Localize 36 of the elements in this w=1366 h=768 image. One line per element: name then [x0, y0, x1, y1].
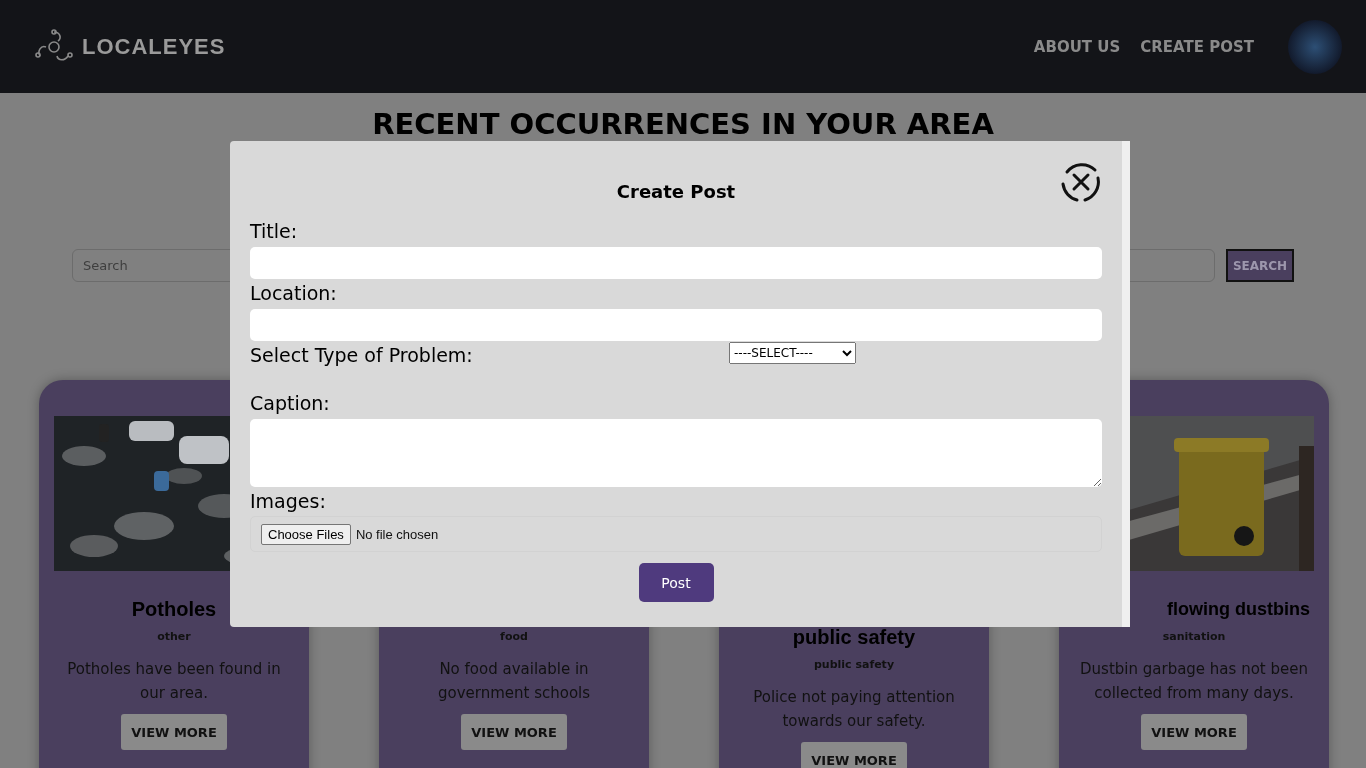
avatar[interactable]	[1288, 18, 1342, 75]
field-label: Location:	[250, 281, 338, 306]
search-button[interactable]: SEARCH	[1226, 249, 1294, 282]
file-status: No file chosen	[355, 526, 439, 542]
field-label: Select Type of Problem:	[250, 343, 474, 368]
page-heading: RECENT OCCURRENCES IN YOUR AREA	[372, 109, 994, 139]
nav-link[interactable]: ABOUT US	[1033, 37, 1121, 56]
card-title: flowing dustbins	[1166, 598, 1311, 620]
view-more-button[interactable]: VIEW MORE	[1141, 714, 1247, 750]
card-category: food	[500, 630, 528, 643]
card-description: Police not paying attention towards our safety.	[752, 687, 956, 732]
card-category: other	[157, 630, 191, 643]
card-category: public safety	[813, 658, 895, 671]
field-label: Title:	[250, 219, 299, 244]
view-more-button[interactable]: VIEW MORE	[121, 714, 227, 750]
input-field[interactable]	[250, 309, 1102, 341]
field-label: Caption:	[250, 391, 331, 416]
close-icon[interactable]	[1059, 160, 1103, 204]
caption-field[interactable]	[250, 419, 1102, 487]
card-description: Potholes have been found in our area.	[66, 659, 282, 704]
card-description: No food available in government schools	[436, 659, 592, 704]
view-more-button[interactable]: VIEW MORE	[461, 714, 567, 750]
card-title: public safety	[791, 626, 917, 648]
choose-files-button[interactable]: Choose Files	[261, 523, 351, 545]
view-more-button[interactable]: VIEW MORE	[801, 742, 907, 768]
nav-link[interactable]: CREATE POST	[1140, 37, 1254, 56]
card-category: sanitation	[1162, 630, 1226, 643]
field-label: Images:	[250, 489, 327, 514]
card-title: Potholes	[130, 598, 218, 620]
logo-text: LOCALEYES	[82, 33, 226, 60]
post-button[interactable]: Post	[638, 563, 714, 602]
dialog-title: Create Post	[616, 180, 736, 204]
card-description: Dustbin garbage has not been collected from many days.	[1079, 659, 1309, 704]
file-input[interactable]: Choose Files No file chosen	[250, 516, 1102, 552]
problem-type-select[interactable]: ----SELECT----	[729, 342, 856, 364]
input-field[interactable]	[250, 247, 1102, 279]
